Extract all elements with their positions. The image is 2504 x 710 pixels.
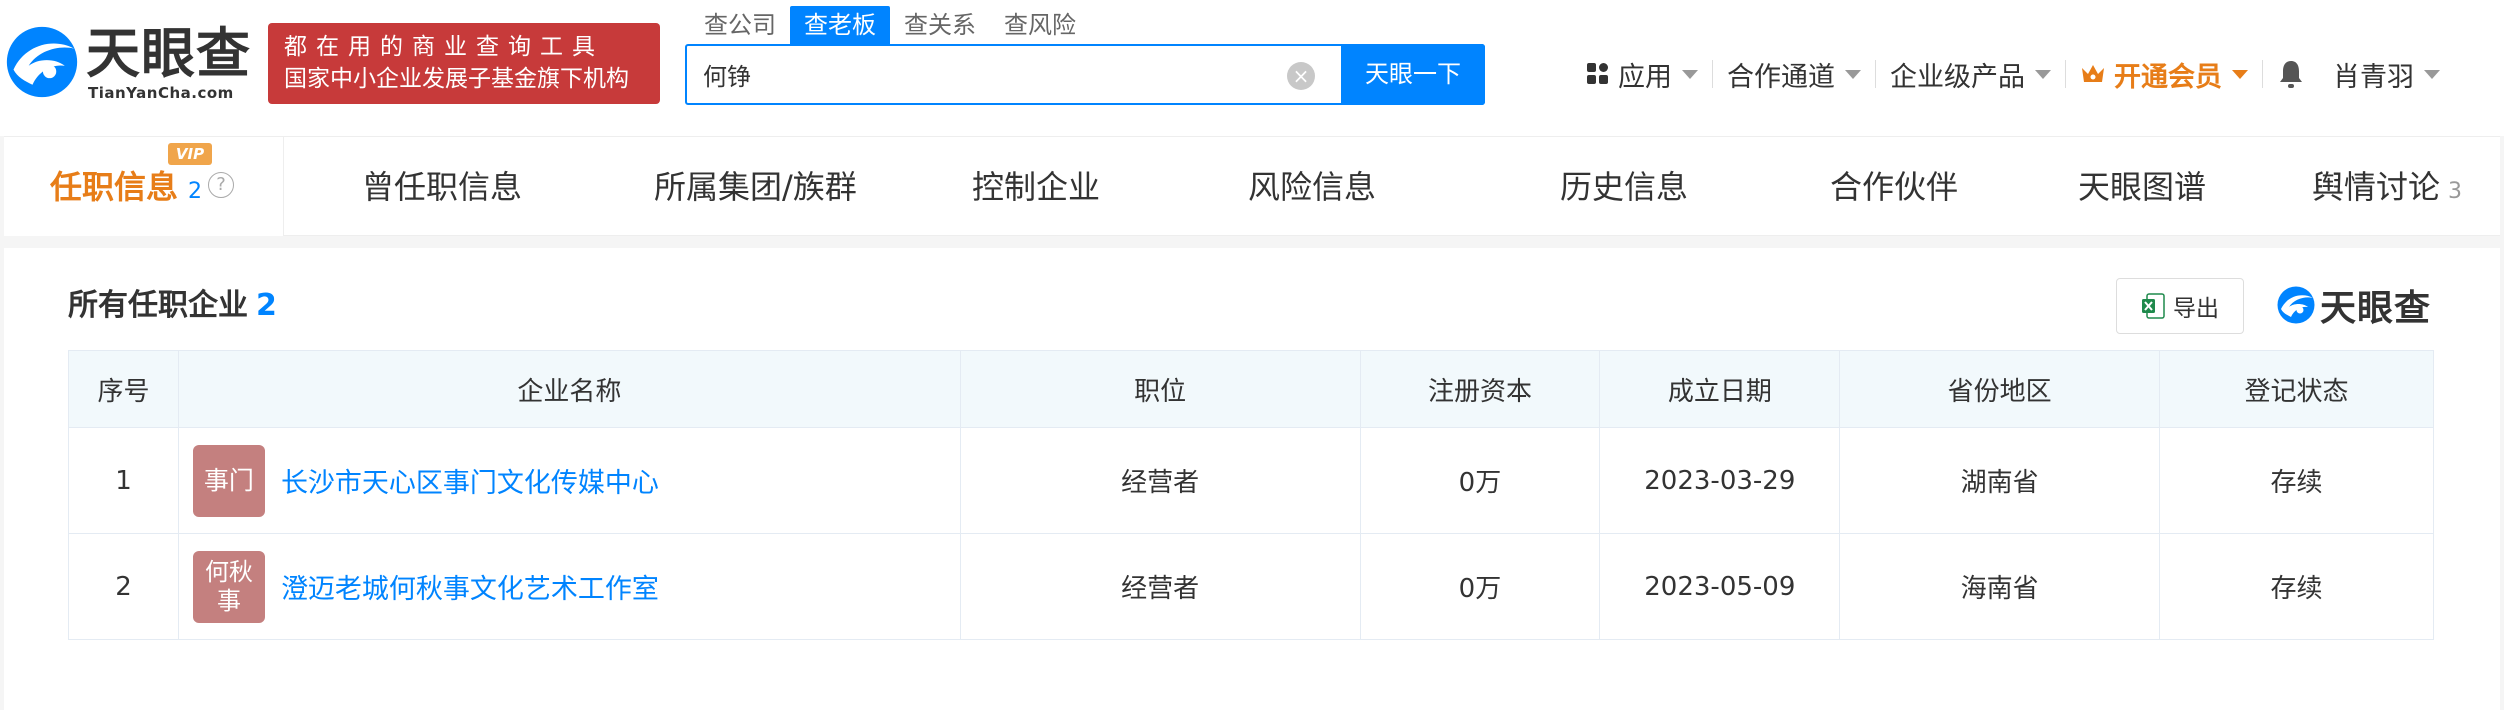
table-row: 1 事门 长沙市天心区事门文化传媒中心 经营者 0万 2023-03-29 湖南… <box>68 427 2434 534</box>
search-box: × 天眼一下 <box>685 44 1485 105</box>
crown-icon <box>2082 65 2104 82</box>
vip-badge: VIP <box>168 143 212 165</box>
tab-search-company[interactable]: 查公司 <box>690 6 790 44</box>
tab-search-risk[interactable]: 查风险 <box>990 6 1090 44</box>
tab-past-positions[interactable]: 曾任职信息 <box>362 137 522 237</box>
user-name: 肖青羽 <box>2333 61 2414 93</box>
capital-cell: 0万 <box>1359 427 1601 534</box>
tab-risk-info[interactable]: 风险信息 <box>1248 137 1376 237</box>
chevron-down-icon <box>2424 69 2440 79</box>
divider-strip <box>2500 136 2504 710</box>
logo-text: 天眼查 <box>86 22 251 85</box>
row-index: 2 <box>68 533 179 640</box>
logo-domain: TianYanCha.com <box>88 84 234 102</box>
tab-public-opinion-label: 舆情讨论 <box>2312 168 2441 206</box>
nav-notifications[interactable] <box>2263 54 2319 94</box>
watermark-logo: 天眼查 <box>2276 282 2440 329</box>
watermark-logo-text: 天眼查 <box>2320 288 2432 329</box>
top-header: 天眼查 TianYanCha.com 都在用的商业查询工具 国家中小企业发展子基… <box>0 0 2504 136</box>
row-index: 1 <box>68 427 179 534</box>
section-count: 2 <box>256 288 277 323</box>
tab-search-relation[interactable]: 查关系 <box>890 6 990 44</box>
tab-history[interactable]: 历史信息 <box>1560 137 1688 237</box>
column-header: 注册资本 <box>1359 350 1601 428</box>
tianyancha-logo-icon <box>6 26 78 98</box>
detail-tabs: 任职信息 2? VIP 曾任职信息 所属集团/族群 控制企业 风险信息 历史信息 … <box>0 136 2504 237</box>
column-header: 企业名称 <box>177 350 961 428</box>
slogan-line-2: 国家中小企业发展子基金旗下机构 <box>284 66 629 92</box>
column-header: 职位 <box>959 350 1361 428</box>
tab-search-boss[interactable]: 查老板 <box>790 6 890 44</box>
chevron-down-icon <box>1682 69 1698 79</box>
search-button[interactable]: 天眼一下 <box>1341 44 1485 105</box>
export-label: 导出 <box>2173 296 2219 322</box>
date-cell: 2023-05-09 <box>1599 533 1841 640</box>
chevron-down-icon <box>1845 69 1861 79</box>
nav-vip[interactable]: 开通会员 <box>2066 54 2262 94</box>
status-badge: 存续 <box>2159 427 2434 534</box>
tab-current-positions-label: 任职信息 <box>50 168 179 206</box>
table-header-row: 序号 企业名称 职位 注册资本 成立日期 省份地区 登记状态 <box>68 350 2434 428</box>
region-cell: 海南省 <box>1839 533 2161 640</box>
company-avatar[interactable]: 何秋事 <box>192 550 265 623</box>
column-header: 成立日期 <box>1599 350 1841 428</box>
date-cell: 2023-03-29 <box>1599 427 1841 534</box>
chevron-down-icon <box>2232 69 2248 79</box>
positions-table: 序号 企业名称 职位 注册资本 成立日期 省份地区 登记状态 1 事门 长沙市天… <box>68 350 2434 640</box>
tab-group[interactable]: 所属集团/族群 <box>654 137 857 237</box>
nav-enterprise-label: 企业级产品 <box>1890 61 2025 93</box>
section-title-label: 所有任职企业 <box>68 288 248 323</box>
export-button[interactable]: 导出 <box>2116 278 2244 334</box>
nav-vip-label: 开通会员 <box>2114 61 2222 93</box>
company-cell: 何秋事 澄迈老城何秋事文化艺术工作室 <box>177 533 961 640</box>
excel-icon <box>2142 293 2165 319</box>
section-title: 所有任职企业 2 <box>68 280 277 324</box>
company-link[interactable]: 长沙市天心区事门文化传媒中心 <box>281 461 659 500</box>
nav-enterprise[interactable]: 企业级产品 <box>1876 54 2065 94</box>
tab-public-opinion[interactable]: 舆情讨论 3 <box>2312 137 2462 237</box>
tab-partners[interactable]: 合作伙伴 <box>1830 137 1958 237</box>
nav-apps[interactable]: 应用 <box>1572 54 1712 94</box>
tab-count: 2 <box>188 179 203 204</box>
column-header: 登记状态 <box>2159 350 2434 428</box>
slogan-banner: 都在用的商业查询工具 国家中小企业发展子基金旗下机构 <box>268 23 660 104</box>
status-badge: 存续 <box>2159 533 2434 640</box>
top-nav: 应用 合作通道 企业级产品 开通会员 肖青羽 <box>1572 50 2454 98</box>
tab-count: 3 <box>2448 179 2463 204</box>
divider-strip <box>0 236 2504 248</box>
company-avatar[interactable]: 事门 <box>192 444 265 517</box>
tab-controlled-companies[interactable]: 控制企业 <box>972 137 1100 237</box>
nav-partner-label: 合作通道 <box>1727 61 1835 93</box>
chevron-down-icon <box>2035 69 2051 79</box>
nav-apps-label: 应用 <box>1618 61 1672 93</box>
bell-icon <box>2280 61 2302 88</box>
column-header: 序号 <box>68 350 179 428</box>
divider-strip <box>0 136 4 710</box>
search-input[interactable] <box>687 46 1347 103</box>
tianyancha-logo[interactable]: 天眼查 TianYanCha.com <box>4 24 254 104</box>
region-cell: 湖南省 <box>1839 427 2161 534</box>
table-row: 2 何秋事 澄迈老城何秋事文化艺术工作室 经营者 0万 2023-05-09 海… <box>68 533 2434 640</box>
apps-grid-icon <box>1587 63 1608 84</box>
tab-graph[interactable]: 天眼图谱 <box>2078 137 2206 237</box>
nav-user[interactable]: 肖青羽 <box>2319 54 2454 94</box>
position-cell: 经营者 <box>959 533 1361 640</box>
position-cell: 经营者 <box>959 427 1361 534</box>
slogan-line-1: 都在用的商业查询工具 <box>284 34 604 60</box>
tab-current-positions[interactable]: 任职信息 2? VIP <box>0 137 284 237</box>
help-icon[interactable]: ? <box>208 172 235 198</box>
company-cell: 事门 长沙市天心区事门文化传媒中心 <box>177 427 961 534</box>
search-type-tabs: 查公司 查老板 查关系 查风险 <box>690 6 1090 44</box>
clear-icon[interactable]: × <box>1287 62 1315 90</box>
nav-partner[interactable]: 合作通道 <box>1713 54 1875 94</box>
tianyancha-logo-icon <box>2277 286 2315 324</box>
column-header: 省份地区 <box>1839 350 2161 428</box>
company-link[interactable]: 澄迈老城何秋事文化艺术工作室 <box>281 567 659 606</box>
capital-cell: 0万 <box>1359 533 1601 640</box>
